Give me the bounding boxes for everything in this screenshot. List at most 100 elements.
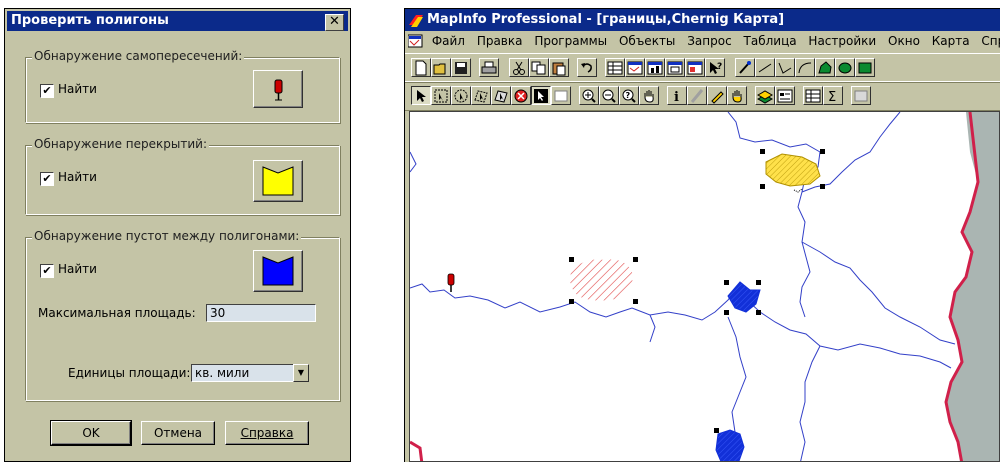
svg-text:i: i	[674, 90, 679, 104]
sea-area	[946, 112, 999, 461]
menu-objects[interactable]: Объекты	[619, 31, 675, 51]
gaps-group: Обнаружение пустот между полигонами: ✔ Н…	[25, 229, 340, 401]
info-icon[interactable]: i	[667, 86, 687, 105]
legend-icon[interactable]	[775, 86, 795, 105]
dialog-title-bar[interactable]: Проверить полигоны ✕	[7, 11, 348, 31]
new-icon[interactable]	[411, 58, 431, 77]
ellipse-icon[interactable]	[835, 58, 855, 77]
new-layout-icon[interactable]	[665, 58, 685, 77]
help-button[interactable]: Справка	[225, 421, 309, 445]
new-redistrict-icon[interactable]	[685, 58, 705, 77]
self-intersect-find-label[interactable]: Найти	[58, 82, 97, 96]
check-polygons-dialog: Проверить полигоны ✕ Обнаружение самопер…	[4, 8, 351, 462]
yellow-overlap-region[interactable]	[760, 149, 825, 193]
document-system-icon[interactable]	[408, 34, 424, 48]
label-icon[interactable]	[707, 86, 727, 105]
menu-bar: Файл Правка Программы Объекты Запрос Таб…	[405, 31, 1000, 51]
new-browser-icon[interactable]	[605, 58, 625, 77]
zoom-out-icon[interactable]	[599, 86, 619, 105]
select-icon[interactable]	[411, 86, 431, 105]
overlap-symbol-button[interactable]	[253, 160, 303, 202]
map-canvas[interactable]	[410, 112, 1000, 462]
pin-icon	[274, 79, 283, 101]
self-intersect-group: Обнаружение самопересечений: ✔ Найти	[25, 49, 340, 123]
overlap-find-label[interactable]: Найти	[58, 170, 97, 184]
menu-table[interactable]: Таблица	[744, 31, 797, 51]
pin-marker[interactable]	[447, 273, 455, 292]
polygon-icon[interactable]	[815, 58, 835, 77]
close-icon[interactable]: ✕	[325, 14, 344, 31]
menu-tools[interactable]: Программы	[534, 31, 607, 51]
blue-overlap-region[interactable]	[724, 280, 761, 315]
arc-icon[interactable]	[795, 58, 815, 77]
unselect-icon[interactable]	[511, 86, 531, 105]
menu-options[interactable]: Настройки	[808, 31, 876, 51]
menu-query[interactable]: Запрос	[687, 31, 731, 51]
overlap-find-checkbox[interactable]: ✔	[40, 172, 54, 186]
polygon-select-icon[interactable]	[471, 86, 491, 105]
open-icon[interactable]	[431, 58, 451, 77]
menu-window[interactable]: Окно	[888, 31, 920, 51]
save-icon[interactable]	[451, 58, 471, 77]
max-area-label: Максимальная площадь:	[38, 306, 196, 320]
change-view-icon[interactable]: ?	[619, 86, 639, 105]
app-title: MapInfo Professional - [границы,Chernig …	[427, 12, 785, 27]
gaps-find-label[interactable]: Найти	[58, 262, 97, 276]
blue-region-symbol-icon	[262, 256, 294, 286]
self-intersect-find-checkbox[interactable]: ✔	[40, 84, 54, 98]
gaps-find-checkbox[interactable]: ✔	[40, 264, 54, 278]
hotlink-icon[interactable]	[851, 86, 871, 105]
print-icon[interactable]	[479, 58, 499, 77]
drag-window-icon[interactable]	[727, 86, 747, 105]
radius-select-icon[interactable]	[451, 86, 471, 105]
self-intersect-symbol-button[interactable]	[253, 70, 303, 108]
chevron-down-icon[interactable]: ▼	[293, 364, 309, 382]
admin-borders	[410, 112, 956, 461]
area-units-select[interactable]: кв. мили	[191, 364, 307, 382]
cancel-button[interactable]: Отмена	[141, 421, 215, 445]
line-icon[interactable]	[755, 58, 775, 77]
boundary-select-icon[interactable]	[491, 86, 511, 105]
ok-button[interactable]: OK	[50, 420, 132, 446]
menu-help[interactable]: Справк	[981, 31, 1000, 51]
grabber-icon[interactable]	[639, 86, 659, 105]
paste-icon[interactable]	[549, 58, 569, 77]
app-title-bar[interactable]: MapInfo Professional - [границы,Chernig …	[405, 9, 1000, 31]
help-pointer-icon[interactable]: ?	[705, 58, 725, 77]
yellow-region-symbol-icon	[262, 166, 294, 196]
tools-toolbar: ? i Σ	[405, 81, 1000, 111]
red-boundary-left	[410, 440, 424, 461]
svg-text:?: ?	[717, 62, 722, 72]
layer-control-icon[interactable]	[755, 86, 775, 105]
polyline-icon[interactable]	[775, 58, 795, 77]
svg-text:Σ: Σ	[828, 90, 836, 104]
dialog-title: Проверить полигоны	[11, 13, 169, 28]
new-mapper-icon[interactable]	[625, 58, 645, 77]
mapinfo-window: MapInfo Professional - [границы,Chernig …	[404, 8, 1000, 462]
line-style-icon[interactable]	[735, 58, 755, 77]
max-area-input[interactable]: 30	[206, 304, 316, 322]
marquee-select-icon[interactable]	[431, 86, 451, 105]
ruler-icon[interactable]	[687, 86, 707, 105]
map-window[interactable]	[409, 111, 1000, 462]
gaps-symbol-button[interactable]	[253, 250, 303, 292]
sum-icon[interactable]: Σ	[823, 86, 843, 105]
rectangle-icon[interactable]	[855, 58, 875, 77]
area-units-value: кв. мили	[195, 366, 250, 380]
blue-region-bottom[interactable]	[714, 428, 745, 462]
zoom-in-icon[interactable]	[579, 86, 599, 105]
invert-select-icon[interactable]	[531, 86, 551, 105]
mapinfo-logo-icon	[409, 15, 423, 27]
menu-file[interactable]: Файл	[432, 31, 465, 51]
undo-icon[interactable]	[577, 58, 597, 77]
menu-map[interactable]: Карта	[932, 31, 970, 51]
hatched-gap-region[interactable]	[569, 257, 638, 304]
new-grapher-icon[interactable]	[645, 58, 665, 77]
statistics-icon[interactable]	[803, 86, 823, 105]
graph-select-icon[interactable]	[551, 86, 571, 105]
overlap-group: Обнаружение перекрытий: ✔ Найти	[25, 137, 340, 215]
cut-icon[interactable]	[509, 58, 529, 77]
main-toolbar: ?	[405, 53, 1000, 83]
copy-icon[interactable]	[529, 58, 549, 77]
menu-edit[interactable]: Правка	[477, 31, 523, 51]
